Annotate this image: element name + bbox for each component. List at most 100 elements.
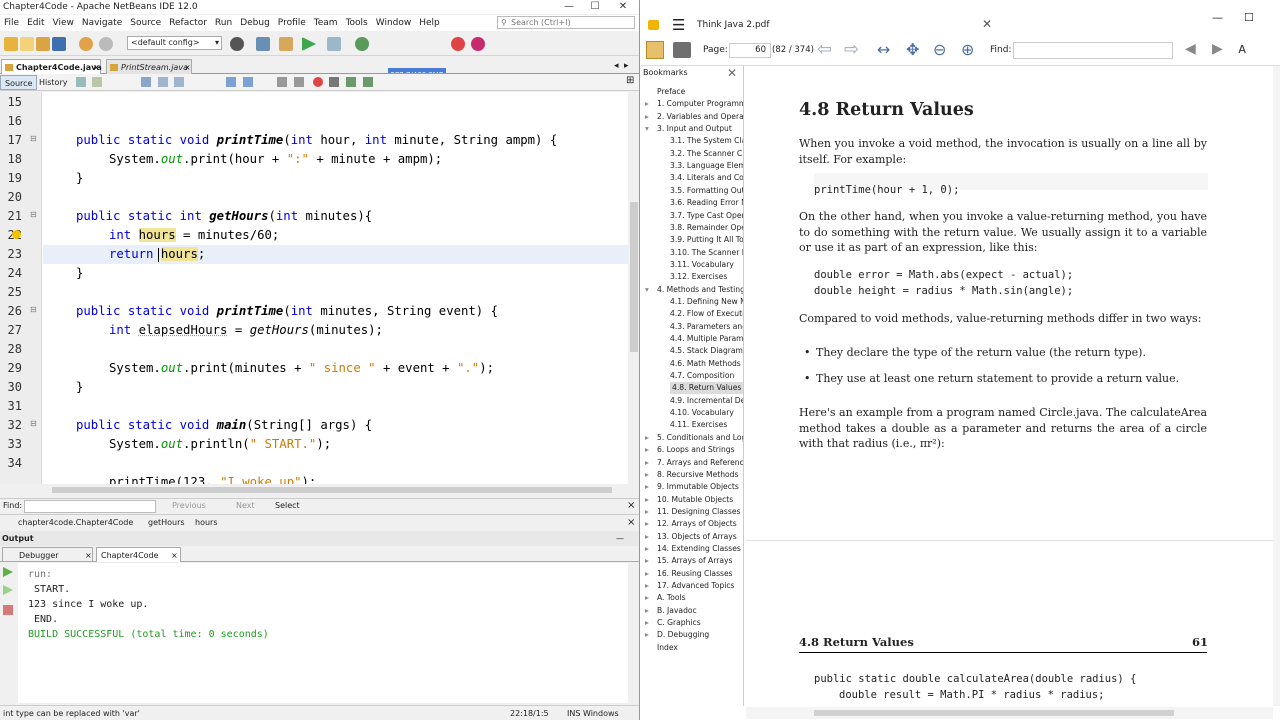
menu-profile[interactable]: Profile — [274, 15, 310, 31]
profile-stop-icon[interactable] — [471, 37, 485, 51]
add-icon[interactable]: ⊞ — [626, 75, 634, 86]
expand-arrow-icon[interactable]: ▸ — [645, 506, 649, 518]
bookmark-item[interactable]: 3.11. Vocabulary — [670, 259, 734, 271]
bookmark-item[interactable]: 4. Methods and Testing — [657, 284, 743, 296]
comment-icon[interactable] — [346, 77, 356, 87]
redo-icon[interactable] — [99, 37, 113, 51]
config-select[interactable]: <default config> ▾ — [127, 36, 222, 50]
hint-bulb-icon[interactable] — [12, 230, 21, 239]
open-project-icon[interactable] — [36, 37, 50, 51]
close-tab-icon[interactable]: × — [184, 60, 191, 75]
scrollbar-thumb[interactable] — [814, 710, 1174, 716]
bookmark-item[interactable]: 4.5. Stack Diagrams — [670, 345, 743, 357]
expand-arrow-icon[interactable]: ▸ — [645, 481, 649, 493]
expand-arrow-icon[interactable]: ▸ — [645, 568, 649, 580]
bookmark-item[interactable]: 3.1. The System Clas — [670, 135, 743, 147]
zoom-out-icon[interactable]: ⊖ — [933, 40, 946, 59]
find-options-icon[interactable]: ᴀ — [1238, 41, 1246, 57]
pdf-horizontal-scrollbar[interactable] — [746, 707, 1273, 719]
expand-arrow-icon[interactable]: ▾ — [645, 123, 649, 135]
last-edit-icon[interactable] — [76, 77, 86, 87]
shift-right-icon[interactable] — [294, 77, 304, 87]
run-icon[interactable] — [302, 37, 316, 51]
bookmark-item[interactable]: 3.3. Language Eleme — [670, 160, 743, 172]
stop-macro-icon[interactable] — [329, 77, 339, 87]
expand-arrow-icon[interactable]: ▸ — [645, 580, 649, 592]
bookmark-item[interactable]: 4.8. Return Values — [670, 382, 743, 395]
output-scrollbar[interactable] — [628, 563, 639, 703]
expand-arrow-icon[interactable]: ▸ — [645, 605, 649, 617]
next-page-icon[interactable]: ⇨ — [844, 39, 859, 60]
bookmark-item[interactable]: 3.10. The Scanner Bu — [670, 247, 743, 259]
prev-bookmark-icon[interactable] — [226, 77, 236, 87]
tab-scroll-right-icon[interactable]: ▸ — [624, 61, 629, 71]
next-bookmark-icon[interactable] — [243, 77, 253, 87]
fold-icon[interactable]: ⊟ — [30, 305, 37, 314]
maximize-icon[interactable]: ☐ — [1244, 9, 1254, 27]
breadcrumb-item[interactable]: getHours — [148, 515, 185, 530]
bookmark-item[interactable]: 11. Designing Classes — [657, 506, 740, 518]
bookmark-item[interactable]: 3. Input and Output — [657, 123, 732, 135]
minimize-icon[interactable]: — — [556, 0, 582, 14]
new-file-icon[interactable] — [20, 37, 34, 51]
scrollbar-thumb[interactable] — [630, 202, 638, 352]
bookmark-item[interactable]: 3.6. Reading Error M — [670, 197, 743, 209]
tab-chapter4code[interactable]: Chapter4Code.java × — [1, 59, 102, 74]
find-selection-icon[interactable] — [141, 77, 151, 87]
bookmark-item[interactable]: 4.7. Composition — [670, 370, 734, 382]
source-tab[interactable]: Source — [0, 75, 38, 90]
bookmark-item[interactable]: 2. Variables and Operat — [657, 111, 743, 123]
menu-window[interactable]: Window — [372, 15, 416, 31]
expand-arrow-icon[interactable]: ▸ — [645, 555, 649, 567]
bookmark-item[interactable]: 5. Conditionals and Log — [657, 432, 743, 444]
bookmark-item[interactable]: 4.4. Multiple Parame — [670, 333, 743, 345]
bookmark-item[interactable]: Index — [657, 642, 678, 654]
print-icon[interactable] — [673, 42, 691, 58]
find-input[interactable] — [24, 500, 156, 513]
new-project-icon[interactable] — [4, 37, 18, 51]
close-icon[interactable]: ✕ — [610, 0, 636, 14]
tab-printstream[interactable]: PrintStream.java × — [106, 59, 192, 74]
undo-icon[interactable] — [79, 37, 93, 51]
bookmark-item[interactable]: 12. Arrays of Objects — [657, 518, 737, 530]
pdf-vertical-scrollbar[interactable] — [1273, 66, 1280, 706]
stop-icon[interactable] — [3, 605, 13, 615]
zoom-in-icon[interactable]: ⊕ — [961, 40, 974, 59]
close-bookmarks-icon[interactable]: ✕ — [727, 66, 737, 80]
menu-debug[interactable]: Debug — [236, 15, 274, 31]
bookmark-item[interactable]: 4.11. Exercises — [670, 419, 727, 431]
find-next-icon[interactable]: ▶ — [1212, 41, 1223, 57]
bookmark-item[interactable]: 3.2. The Scanner Cla — [670, 148, 743, 160]
expand-arrow-icon[interactable]: ▸ — [645, 469, 649, 481]
find-next-button[interactable]: Next — [236, 501, 255, 510]
find-prev-occurrence-icon[interactable] — [158, 77, 168, 87]
find-prev-icon[interactable]: ◀ — [1185, 41, 1196, 57]
menu-icon[interactable]: ☰ — [672, 16, 685, 34]
gc-icon[interactable] — [451, 37, 465, 51]
menu-view[interactable]: View — [49, 15, 78, 31]
expand-arrow-icon[interactable]: ▸ — [645, 592, 649, 604]
menu-help[interactable]: Help — [415, 15, 444, 31]
bookmark-item[interactable]: D. Debugging — [657, 629, 709, 641]
fold-icon[interactable]: ⊟ — [30, 134, 37, 143]
expand-arrow-icon[interactable]: ▸ — [645, 457, 649, 469]
bookmark-item[interactable]: 3.7. Type Cast Opera — [670, 210, 743, 222]
search-input[interactable]: ⚲ Search (Ctrl+I) — [497, 16, 635, 29]
minimize-panel-icon[interactable]: — — [616, 531, 624, 546]
bookmark-item[interactable]: 6. Loops and Strings — [657, 444, 735, 456]
expand-arrow-icon[interactable]: ▸ — [645, 494, 649, 506]
editor-vertical-scrollbar[interactable] — [628, 92, 639, 484]
bookmark-item[interactable]: 3.4. Literals and Con — [670, 172, 743, 184]
minimize-icon[interactable]: — — [1212, 9, 1223, 27]
menu-tools[interactable]: Tools — [342, 15, 372, 31]
bookmark-item[interactable]: 14. Extending Classes — [657, 543, 741, 555]
find-previous-button[interactable]: Previous — [172, 501, 206, 510]
expand-arrow-icon[interactable]: ▸ — [645, 432, 649, 444]
bookmark-item[interactable]: 15. Arrays of Arrays — [657, 555, 732, 567]
bookmark-item[interactable]: 7. Arrays and Reference — [657, 457, 743, 469]
find-input[interactable] — [1013, 42, 1173, 59]
bookmark-item[interactable]: B. Javadoc — [657, 605, 697, 617]
build-icon[interactable] — [230, 37, 244, 51]
expand-arrow-icon[interactable]: ▸ — [645, 629, 649, 641]
bookmark-item[interactable]: 13. Objects of Arrays — [657, 531, 737, 543]
